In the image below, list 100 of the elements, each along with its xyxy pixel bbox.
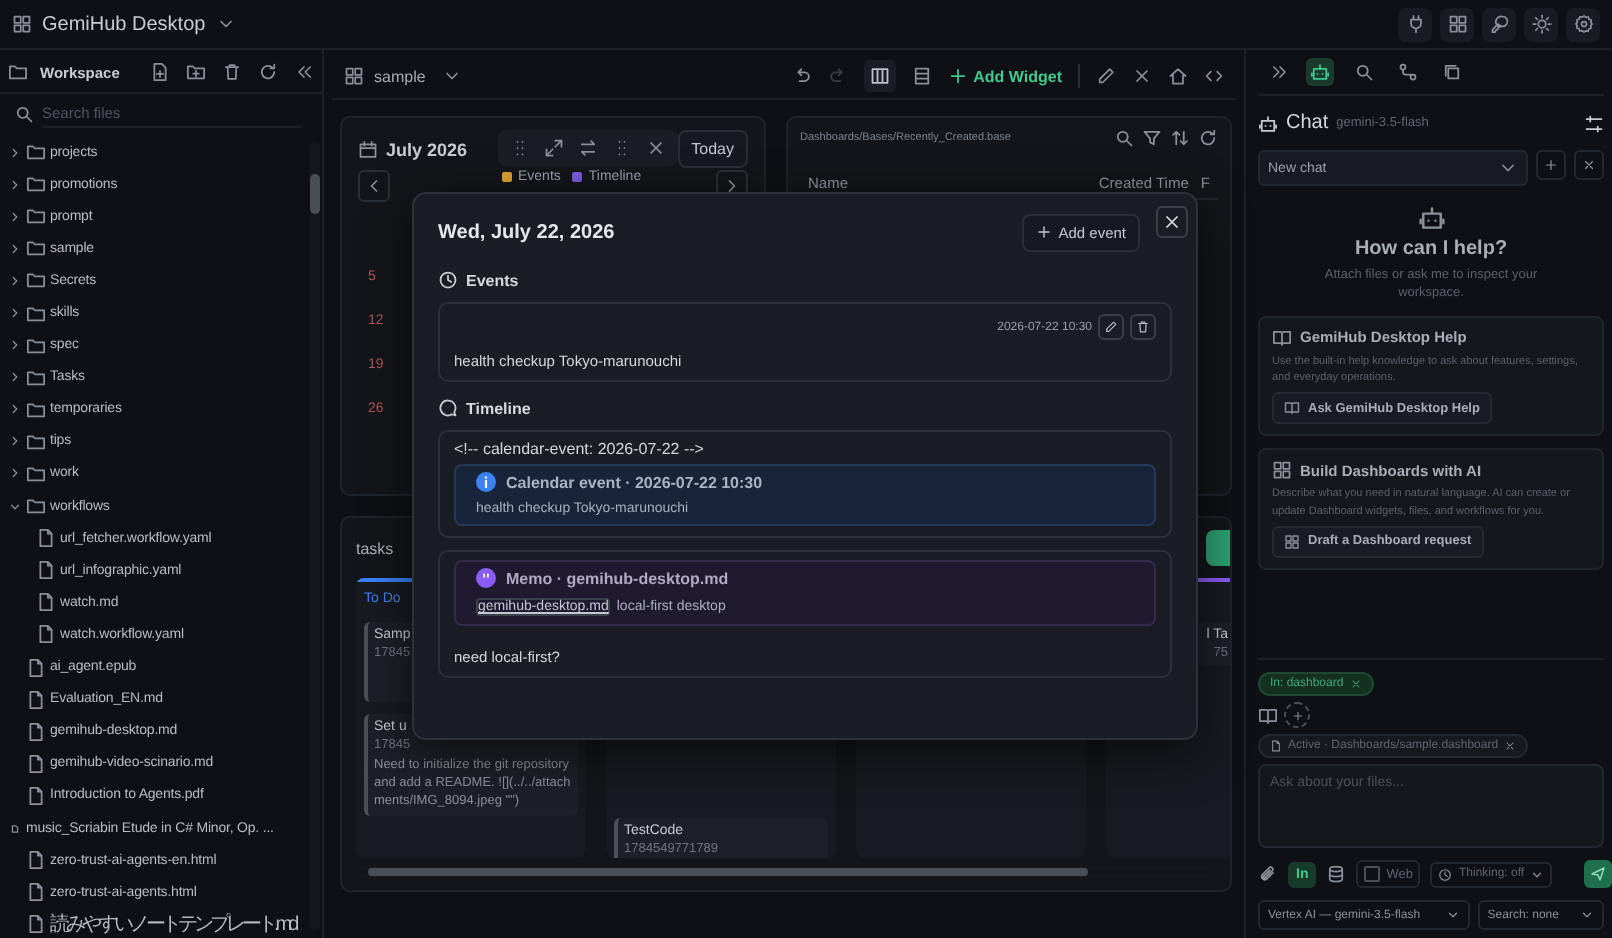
close-icon: [1162, 212, 1182, 232]
comment-text: <!-- calendar-event: 2026-07-22 -->: [454, 440, 706, 458]
grid-icon: [1284, 533, 1300, 550]
expand-icon[interactable]: [544, 138, 564, 158]
panel-tab[interactable]: [1394, 58, 1422, 86]
caret-icon: [1445, 908, 1460, 922]
close-icon: [1582, 158, 1596, 172]
caret-icon[interactable]: [8, 145, 22, 160]
edit-button[interactable]: [1098, 314, 1124, 340]
panel-tab[interactable]: [1306, 58, 1334, 86]
file-icon: [36, 528, 56, 549]
close-button[interactable]: [1156, 206, 1188, 238]
app-title[interactable]: GemiHub Desktop: [42, 13, 206, 35]
refresh-icon[interactable]: [258, 62, 278, 82]
quote-icon: [476, 568, 496, 588]
columns-view-button[interactable]: [863, 60, 896, 92]
today-button[interactable]: Today: [677, 130, 748, 168]
calendar-icon: [358, 139, 378, 159]
file-icon: [36, 560, 56, 581]
info-icon: [476, 472, 496, 492]
search-icon[interactable]: [1114, 128, 1134, 148]
folder-icon: [26, 303, 46, 324]
dashboard-name[interactable]: sample: [374, 67, 426, 85]
caret-icon[interactable]: [8, 370, 22, 385]
file-icon: [26, 753, 46, 774]
database-icon[interactable]: [1326, 864, 1347, 884]
clock-icon: [438, 270, 458, 290]
table-icon[interactable]: [911, 66, 932, 86]
home-icon[interactable]: [1168, 66, 1188, 86]
close-icon[interactable]: [646, 138, 666, 158]
trash-icon: [1136, 320, 1150, 334]
book-icon: [1284, 400, 1300, 417]
new-file-icon[interactable]: [150, 62, 170, 82]
folder-icon: [26, 335, 46, 356]
plug-button[interactable]: [1398, 7, 1432, 41]
filter-icon[interactable]: [1142, 128, 1162, 148]
code-icon[interactable]: [1204, 66, 1224, 86]
folder-icon: [26, 431, 46, 452]
settings-button[interactable]: [1566, 7, 1600, 41]
close-icon[interactable]: [1132, 66, 1152, 86]
folder-icon: [26, 270, 46, 291]
robot-icon: [1258, 113, 1278, 133]
caret-icon[interactable]: [8, 499, 22, 514]
caret-icon[interactable]: [8, 466, 22, 481]
book-icon: [1272, 327, 1292, 348]
settings-icon: [1573, 14, 1593, 34]
file-icon: [36, 624, 56, 645]
file-item[interactable]: 読みやすいノートテンプレート.md: [50, 910, 296, 938]
send-icon: [1590, 866, 1606, 882]
caret-icon: [1530, 867, 1545, 881]
paperclip-icon[interactable]: [1258, 864, 1278, 884]
checkbox[interactable]: [1364, 866, 1381, 882]
caret-icon[interactable]: [8, 338, 22, 353]
expand-panel-icon[interactable]: [1270, 62, 1290, 82]
folder-icon: [8, 62, 28, 82]
book-icon[interactable]: [1258, 705, 1278, 725]
folder-icon: [26, 367, 46, 388]
settings-sliders-icon[interactable]: [1584, 113, 1604, 133]
sort-icon[interactable]: [1170, 128, 1190, 148]
caret-icon[interactable]: [8, 273, 22, 288]
month-title: July 2026: [386, 139, 468, 159]
caret-icon[interactable]: [8, 241, 22, 256]
file-icon: [1270, 740, 1282, 752]
caret-icon[interactable]: [8, 306, 22, 321]
key-button[interactable]: [1482, 7, 1516, 41]
key-icon: [1489, 14, 1509, 34]
grid-icon: [344, 66, 364, 86]
copy-icon: [1442, 62, 1462, 82]
file-icon: [26, 689, 46, 710]
swap-icon[interactable]: [578, 138, 598, 158]
undo-icon[interactable]: [791, 66, 812, 86]
refresh-icon[interactable]: [1198, 128, 1218, 148]
section-title: Timeline: [466, 399, 531, 417]
delete-button[interactable]: [1130, 314, 1156, 340]
file-icon: [8, 821, 22, 836]
folder-icon: [26, 238, 46, 259]
caret-icon[interactable]: [8, 209, 22, 224]
pencil-icon[interactable]: [1096, 66, 1116, 86]
trash-icon[interactable]: [222, 62, 242, 82]
plus-icon: [1291, 709, 1303, 721]
caret-icon[interactable]: [8, 402, 22, 417]
folder-icon: [26, 206, 46, 227]
scrollbar[interactable]: [310, 142, 320, 930]
add-widget-button[interactable]: Add Widget: [947, 66, 1062, 86]
grid-button[interactable]: [1440, 7, 1474, 41]
send-button[interactable]: [1584, 860, 1612, 888]
pencil-icon: [1104, 320, 1118, 334]
grid-icon: [12, 14, 32, 34]
file-icon: [26, 850, 46, 871]
plus-icon: [1036, 224, 1053, 240]
previous-month-button[interactable]: [358, 170, 390, 202]
new-folder-icon[interactable]: [186, 62, 206, 82]
caret-icon[interactable]: [8, 177, 22, 192]
callout-title: Calendar event · 2026-07-22 10:30: [506, 473, 763, 491]
collapse-icon[interactable]: [294, 62, 314, 82]
sun-button[interactable]: [1524, 7, 1558, 41]
close-icon: [1504, 740, 1517, 752]
caret-icon[interactable]: [8, 434, 22, 449]
dialog-title: Wed, July 22, 2026: [438, 221, 615, 243]
file-icon: [26, 657, 46, 678]
